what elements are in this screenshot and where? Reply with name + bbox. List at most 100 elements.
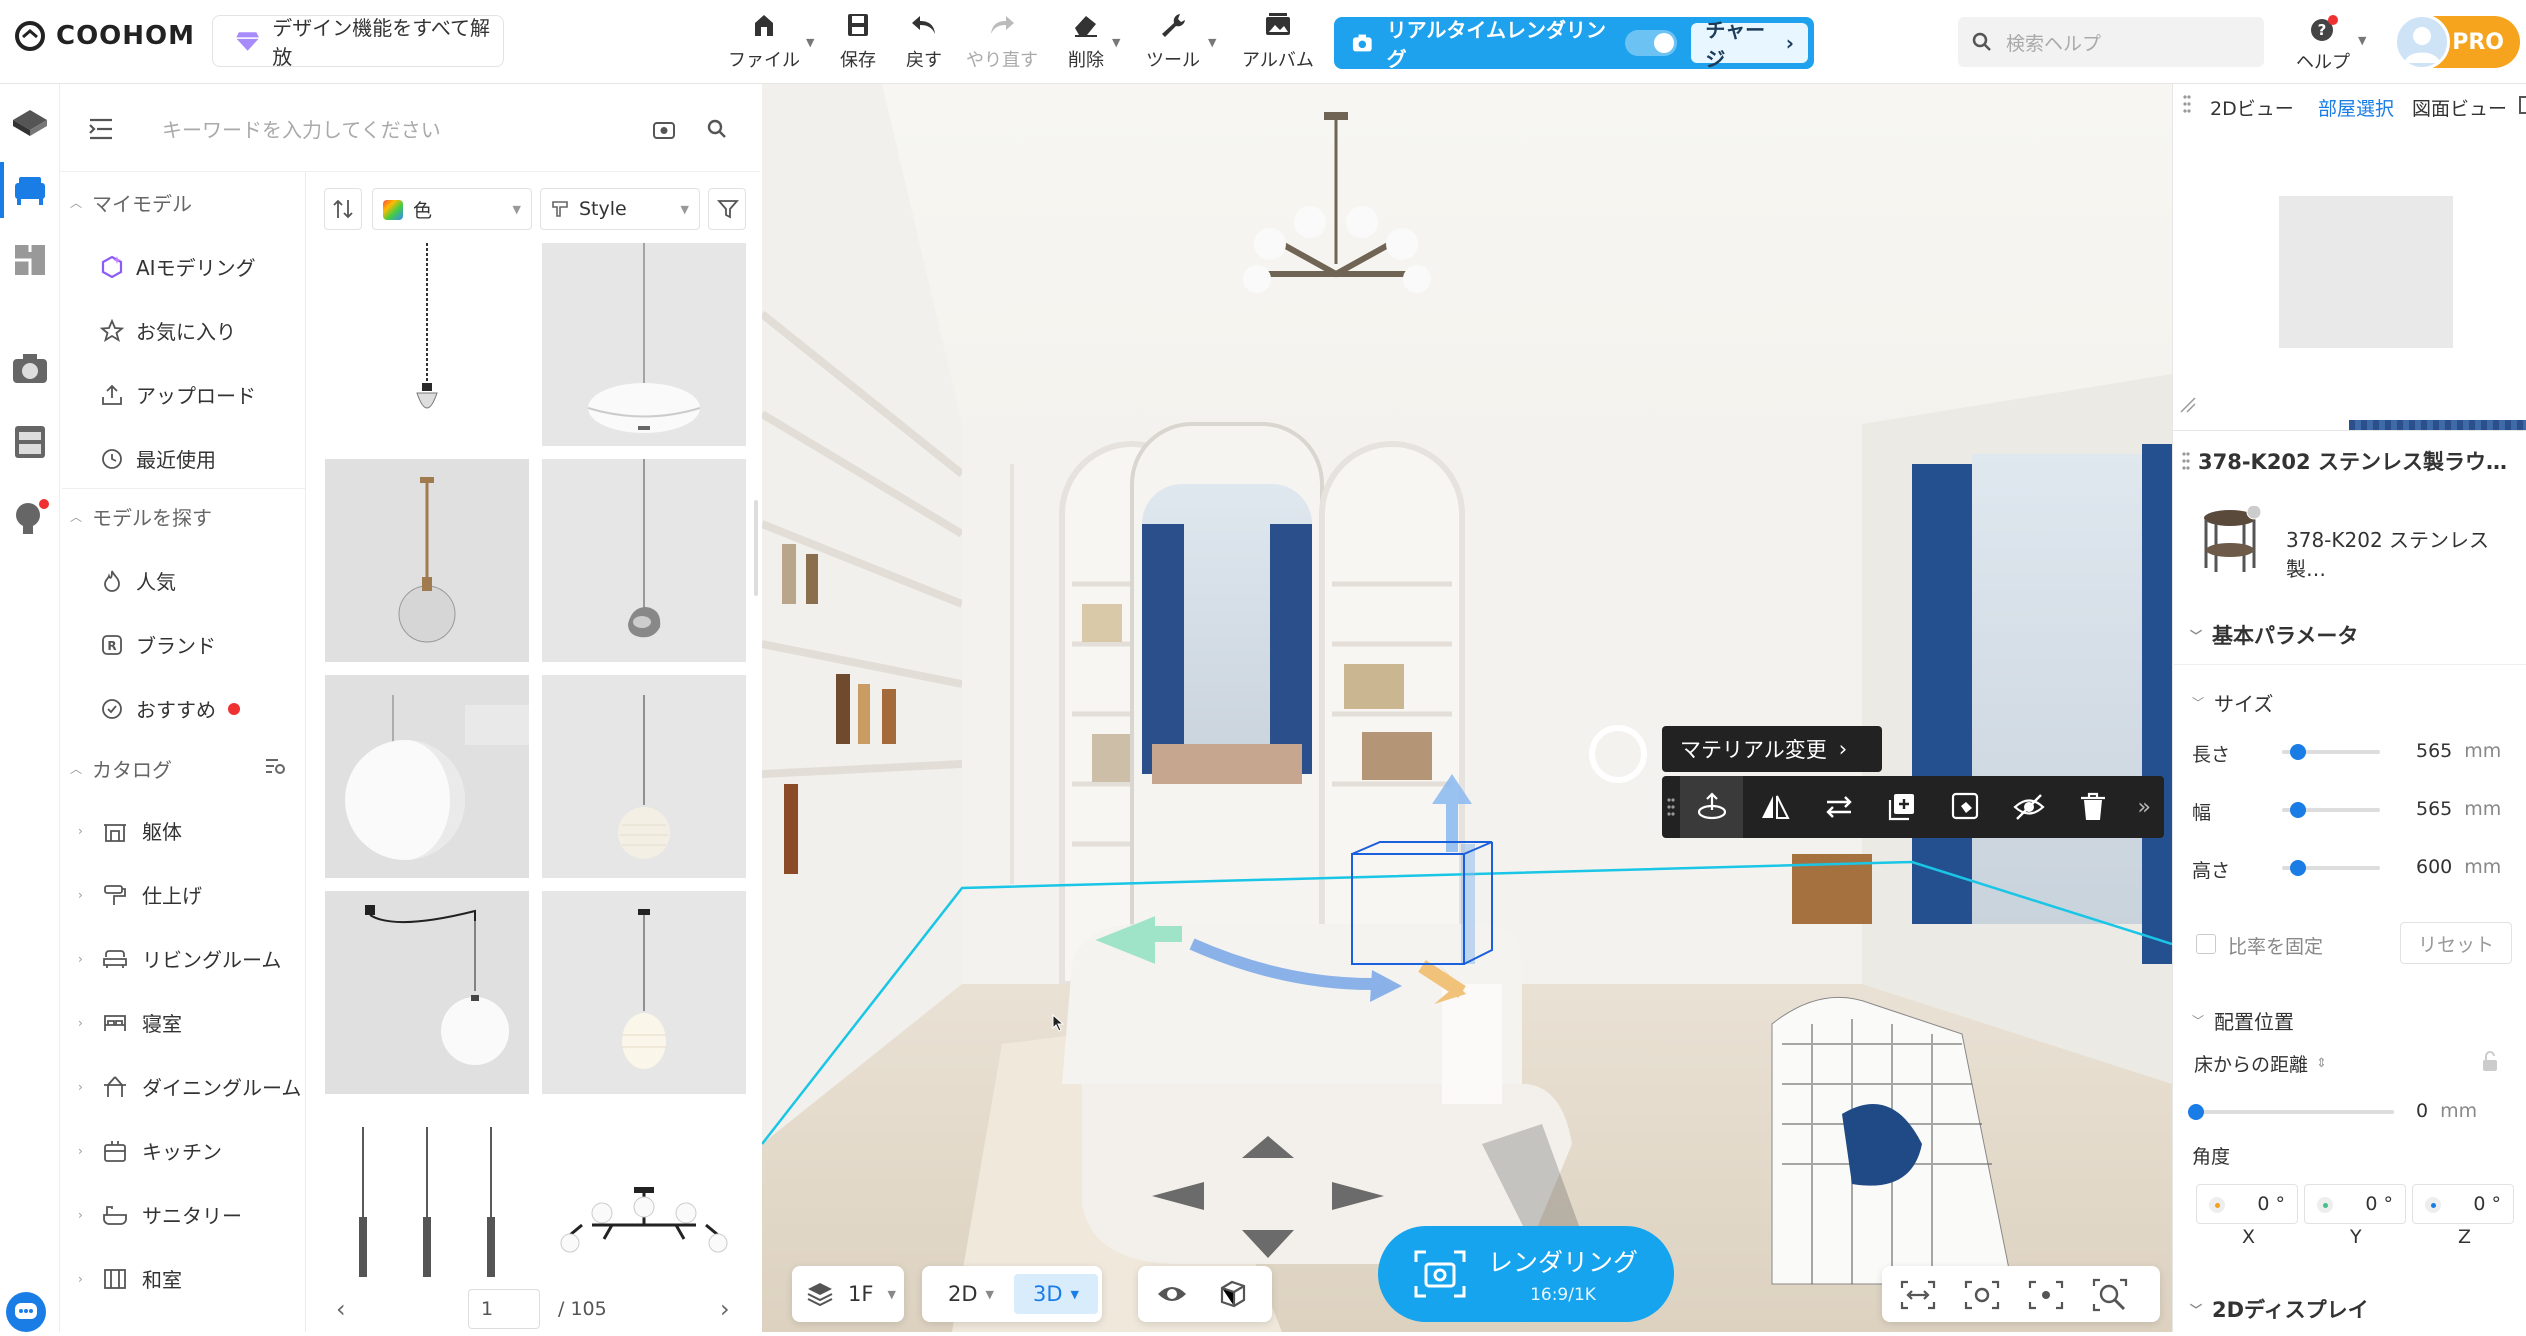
previous-page-icon[interactable]: ‹ [336,1295,346,1323]
collapse-panel-icon[interactable] [88,118,114,140]
realtime-toggle[interactable] [1624,30,1678,56]
avatar[interactable] [2394,14,2450,70]
2d-display-section[interactable]: ﹀ 2Dディスプレイ [2190,1294,2369,1324]
file-menu-button[interactable]: ファイル [728,10,800,72]
view-settings-icon[interactable] [1964,1280,2000,1310]
sidebar-item-popular[interactable]: 人気 [100,566,176,595]
drag-handle-icon[interactable] [2182,451,2190,471]
height-input[interactable]: 600 mm [2404,848,2514,886]
floor-selector[interactable]: 1F ▼ [792,1266,904,1322]
delete-button[interactable]: 削除 [1068,10,1104,72]
duplicate-tool-button[interactable] [1870,776,1934,838]
help-dropdown-icon[interactable]: ▼ [2358,34,2366,47]
sidebar-item-recommended[interactable]: おすすめ [100,694,240,723]
height-slider-knob[interactable] [2290,860,2306,876]
realtime-rendering-button[interactable]: リアルタイムレンダリング チャージ › [1334,17,1814,71]
catalog-item-japanese-room[interactable]: › 和室 [78,1264,182,1293]
catalog-item-dining-room[interactable]: › ダイニングルーム [78,1072,301,1101]
next-page-icon[interactable]: › [720,1295,730,1323]
rail-cabinet-icon[interactable] [8,420,52,464]
catalog-settings-icon[interactable] [264,756,286,776]
basic-params-section[interactable]: ﹀ 基本パラメータ [2190,620,2358,650]
angle-z-input[interactable]: 0 ° [2412,1184,2514,1224]
object-thumbnail[interactable] [2202,504,2262,578]
keyword-search-icon[interactable] [706,118,728,140]
move-rotate-tool-button[interactable] [1679,776,1744,838]
model-thumbnail-organic-glass-pendant[interactable] [542,459,746,662]
file-dropdown-icon[interactable]: ▼ [806,36,814,49]
eye-icon[interactable] [1156,1280,1188,1308]
model-thumbnail-moon-globe-pendant[interactable] [325,675,529,878]
rail-lightbulb-icon[interactable] [8,496,52,540]
placement-section[interactable]: ﹀ 配置位置 [2192,1006,2294,1035]
rail-furniture-icon[interactable] [8,168,52,212]
grid-scrollbar[interactable] [754,500,758,596]
model-thumbnail-swing-arm-pendant[interactable] [325,891,529,1094]
unlock-features-button[interactable]: デザイン機能をすべて解放 [212,15,504,69]
length-slider-knob[interactable] [2290,744,2306,760]
minimap-preview[interactable] [2279,196,2453,348]
redo-button[interactable]: やり直す [966,10,1038,72]
album-button[interactable]: アルバム [1242,10,1314,72]
help-button[interactable]: ? ヘルプ [2296,14,2350,74]
angle-x-input[interactable]: 0 ° [2196,1184,2298,1224]
chat-support-icon[interactable] [6,1292,46,1332]
catalog-item-kitchen[interactable]: › キッチン [78,1136,222,1165]
tools-dropdown-icon[interactable]: ▼ [1208,36,1216,49]
floor-distance-knob[interactable] [2188,1104,2204,1120]
sidebar-item-brand[interactable]: R ブランド [100,630,216,659]
catalog-item-finishes[interactable]: › 仕上げ [78,880,202,909]
model-thumbnail-edison-bulb[interactable] [325,243,529,446]
color-filter-dropdown[interactable]: 色 ▼ [372,188,532,230]
mirror-tool-button[interactable] [1743,776,1807,838]
change-material-tooltip[interactable]: マテリアル変更 › [1662,726,1882,772]
model-thumbnail-glass-globe-pendant[interactable] [325,459,529,662]
catalog-item-bedroom[interactable]: › 寝室 [78,1008,182,1037]
material-tool-button[interactable] [1934,776,1998,838]
transform-gizmo[interactable] [762,84,2172,1332]
delete-dropdown-icon[interactable]: ▼ [1112,36,1120,49]
model-thumbnail-lantern-pendant[interactable] [542,891,746,1094]
help-search-input[interactable]: 検索ヘルプ [1958,17,2264,67]
undo-button[interactable]: 戻す [906,10,942,72]
cube-view-icon[interactable] [1216,1278,1248,1310]
find-models-section[interactable]: ︿ モデルを探す [70,502,212,531]
3d-viewport[interactable] [762,84,2172,1332]
floor-distance-slider[interactable] [2196,1110,2394,1114]
tab-drawing-view[interactable]: 図面ビュー [2412,94,2507,121]
image-search-camera-icon[interactable] [652,118,676,140]
my-models-section[interactable]: ︿ マイモデル [70,188,192,217]
fit-selection-icon[interactable] [1900,1280,1936,1310]
tools-menu-button[interactable]: ツール [1146,10,1200,72]
length-input[interactable]: 565 mm [2404,732,2514,770]
replace-tool-button[interactable] [1807,776,1871,838]
delete-object-button[interactable] [2061,776,2125,838]
zoom-view-icon[interactable] [2092,1278,2128,1312]
filter-button[interactable] [708,188,746,230]
model-thumbnail-paper-globe-pendant[interactable] [542,675,746,878]
lock-ratio-checkbox[interactable] [2196,934,2216,954]
resize-handle-icon[interactable] [2177,394,2197,414]
unlock-icon[interactable] [2480,1050,2500,1072]
more-tools-button[interactable]: » [2124,776,2164,838]
charge-button[interactable]: チャージ › [1691,18,1808,71]
sidebar-item-upload[interactable]: アップロード [100,380,256,409]
focus-center-icon[interactable] [2028,1280,2064,1310]
angle-y-input[interactable]: 0 ° [2304,1184,2406,1224]
catalog-item-structure[interactable]: › 躯体 [78,816,182,845]
size-section[interactable]: ﹀ サイズ [2192,688,2273,717]
sidebar-item-ai-modeling[interactable]: AIモデリング [100,252,256,281]
save-button[interactable]: 保存 [840,10,876,72]
rail-camera-icon[interactable] [8,346,52,390]
up-down-arrows-icon[interactable]: ⇕ [2316,1056,2327,1071]
model-thumbnail-globe-chandelier[interactable] [542,1107,746,1282]
width-slider-knob[interactable] [2290,802,2306,818]
catalog-section[interactable]: ︿ カタログ [70,754,172,783]
sidebar-item-recent[interactable]: 最近使用 [100,444,216,473]
rail-floorplan-icon[interactable] [8,238,52,282]
hide-tool-button[interactable] [1997,776,2061,838]
camera-nav-arrows[interactable] [1148,1132,1388,1262]
tab-2d-view[interactable]: 2Dビュー [2210,94,2294,121]
model-thumbnail-saucer-pendant[interactable] [542,243,746,446]
catalog-item-sanitary[interactable]: › サニタリー [78,1200,242,1229]
